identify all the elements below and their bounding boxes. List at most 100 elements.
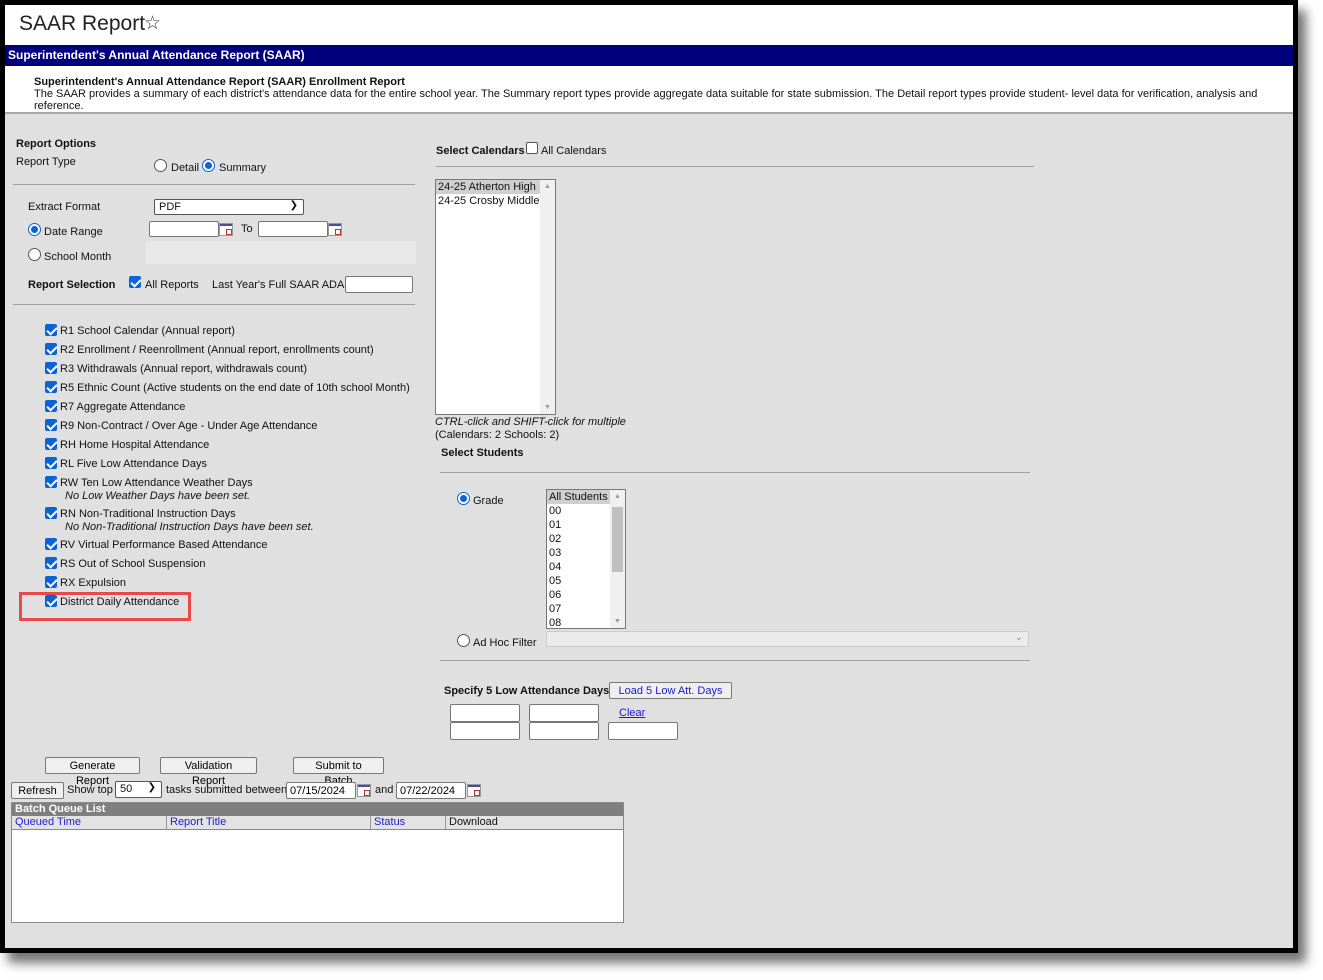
report-label: District Daily Attendance <box>60 596 180 608</box>
adhoc-filter-select[interactable]: ⌄ <box>546 631 1029 647</box>
load-low-days-button[interactable]: Load 5 Low Att. Days <box>609 682 732 699</box>
grade-option[interactable]: 01 <box>547 518 610 532</box>
report-checkbox[interactable] <box>45 438 57 450</box>
column-report-title[interactable]: Report Title <box>167 816 371 829</box>
report-checkbox[interactable] <box>45 457 57 469</box>
report-note: No Low Weather Days have been set. <box>65 490 251 502</box>
grade-option[interactable]: 05 <box>547 574 610 588</box>
report-checkbox[interactable] <box>45 362 57 374</box>
report-checkbox[interactable] <box>45 400 57 412</box>
grade-option[interactable]: 06 <box>547 588 610 602</box>
scrollbar[interactable]: ▲ ▼ <box>610 490 625 628</box>
report-checkbox[interactable] <box>45 576 57 588</box>
low-day-input-3[interactable] <box>450 722 520 740</box>
report-checkbox[interactable] <box>45 507 57 519</box>
calendar-option[interactable]: 24-25 Crosby Middle <box>436 194 540 208</box>
calendar-hint: CTRL-click and SHIFT-click for multiple <box>435 416 626 428</box>
date-to-input[interactable] <box>258 221 328 237</box>
low-day-input-1[interactable] <box>450 704 520 722</box>
date-range-radio[interactable] <box>28 223 41 236</box>
report-checkbox[interactable] <box>45 381 57 393</box>
column-status[interactable]: Status <box>371 816 446 829</box>
select-calendars-label: Select Calendars <box>436 145 525 157</box>
batch-queue-list: Batch Queue List Queued Time Report Titl… <box>11 802 624 923</box>
scroll-up-icon[interactable]: ▲ <box>544 183 551 190</box>
report-label: R3 Withdrawals (Annual report, withdrawa… <box>60 363 307 375</box>
grade-listbox[interactable]: All Students 00 01 02 03 04 05 06 07 08 ▲ ▼ <box>546 489 626 629</box>
to-label: To <box>241 223 253 235</box>
extract-format-value: PDF <box>159 201 181 213</box>
grade-option[interactable]: All Students <box>547 490 610 504</box>
report-description: Superintendent's Annual Attendance Repor… <box>5 66 1293 114</box>
report-checkbox[interactable] <box>45 343 57 355</box>
submit-to-batch-button[interactable]: Submit to Batch <box>293 757 384 787</box>
scrollbar-thumb[interactable] <box>612 507 623 572</box>
report-label: RN Non-Traditional Instruction Days <box>60 508 236 520</box>
low-day-input-4[interactable] <box>529 722 599 740</box>
report-checkbox[interactable] <box>45 476 57 488</box>
calendar-listbox[interactable]: 24-25 Atherton High 24-25 Crosby Middle ▲… <box>435 179 556 415</box>
date-range-label: Date Range <box>44 226 103 238</box>
scroll-up-icon[interactable]: ▲ <box>614 493 621 500</box>
report-checkbox[interactable] <box>45 538 57 550</box>
grade-option[interactable]: 08 <box>547 616 610 628</box>
all-reports-label: All Reports <box>145 279 199 291</box>
report-label: RS Out of School Suspension <box>60 558 206 570</box>
calendar-icon[interactable] <box>219 223 233 236</box>
report-label: R5 Ethnic Count (Active students on the … <box>60 382 410 394</box>
scroll-down-icon[interactable]: ▼ <box>544 404 551 411</box>
calendar-icon[interactable] <box>357 784 371 797</box>
report-label: R7 Aggregate Attendance <box>60 401 186 413</box>
low-days-label: Specify 5 Low Attendance Days <box>444 685 610 697</box>
extract-format-select[interactable]: PDF ❯ <box>154 199 304 215</box>
clear-link[interactable]: Clear <box>619 707 645 719</box>
last-year-ada-input[interactable] <box>345 276 413 293</box>
scroll-down-icon[interactable]: ▼ <box>614 618 621 625</box>
report-checkbox[interactable] <box>45 557 57 569</box>
grade-option[interactable]: 04 <box>547 560 610 574</box>
grade-option[interactable]: 00 <box>547 504 610 518</box>
adhoc-filter-radio[interactable] <box>457 634 470 647</box>
and-label: and <box>375 784 394 796</box>
show-top-select[interactable]: 50 ❯ <box>115 781 162 798</box>
grade-option[interactable]: 02 <box>547 532 610 546</box>
select-students-label: Select Students <box>441 447 524 459</box>
report-selection-label: Report Selection <box>28 279 116 291</box>
report-checkbox[interactable] <box>45 595 57 607</box>
all-calendars-label: All Calendars <box>541 145 607 157</box>
detail-radio[interactable] <box>154 159 167 172</box>
scrollbar[interactable]: ▲ ▼ <box>540 180 555 414</box>
column-queued-time[interactable]: Queued Time <box>12 816 167 829</box>
report-note: No Non-Traditional Instruction Days have… <box>65 521 314 533</box>
grade-option[interactable]: 03 <box>547 546 610 560</box>
column-download: Download <box>449 816 498 828</box>
low-day-input-5[interactable] <box>608 722 678 740</box>
divider <box>436 166 1034 167</box>
page-title: SAAR Report <box>19 12 146 35</box>
validation-report-button[interactable]: Validation Report <box>160 757 257 787</box>
low-day-input-2[interactable] <box>529 704 599 722</box>
report-type-label: Report Type <box>16 156 76 168</box>
calendar-icon[interactable] <box>467 784 481 797</box>
date-from-input[interactable] <box>149 221 219 237</box>
batch-from-date-input[interactable] <box>286 782 356 799</box>
calendar-icon[interactable] <box>328 223 342 236</box>
star-outline-icon[interactable]: ☆ <box>144 12 161 35</box>
refresh-button[interactable]: Refresh <box>11 782 64 799</box>
calendar-option[interactable]: 24-25 Atherton High <box>436 180 540 194</box>
school-month-radio[interactable] <box>28 248 41 261</box>
summary-radio[interactable] <box>202 159 215 172</box>
between-label: tasks submitted between <box>166 784 288 796</box>
all-reports-checkbox[interactable] <box>129 276 141 288</box>
all-calendars-checkbox[interactable] <box>526 142 538 154</box>
detail-radio-label: Detail <box>171 162 200 174</box>
calendar-counts: (Calendars: 2 Schools: 2) <box>435 429 560 441</box>
grade-radio[interactable] <box>457 492 470 505</box>
report-checkbox[interactable] <box>45 419 57 431</box>
grade-label: Grade <box>473 495 504 507</box>
batch-to-date-input[interactable] <box>396 782 466 799</box>
description-body: The SAAR provides a summary of each dist… <box>34 88 1258 112</box>
grade-option[interactable]: 07 <box>547 602 610 616</box>
generate-report-button[interactable]: Generate Report <box>45 757 140 787</box>
report-checkbox[interactable] <box>45 324 57 336</box>
